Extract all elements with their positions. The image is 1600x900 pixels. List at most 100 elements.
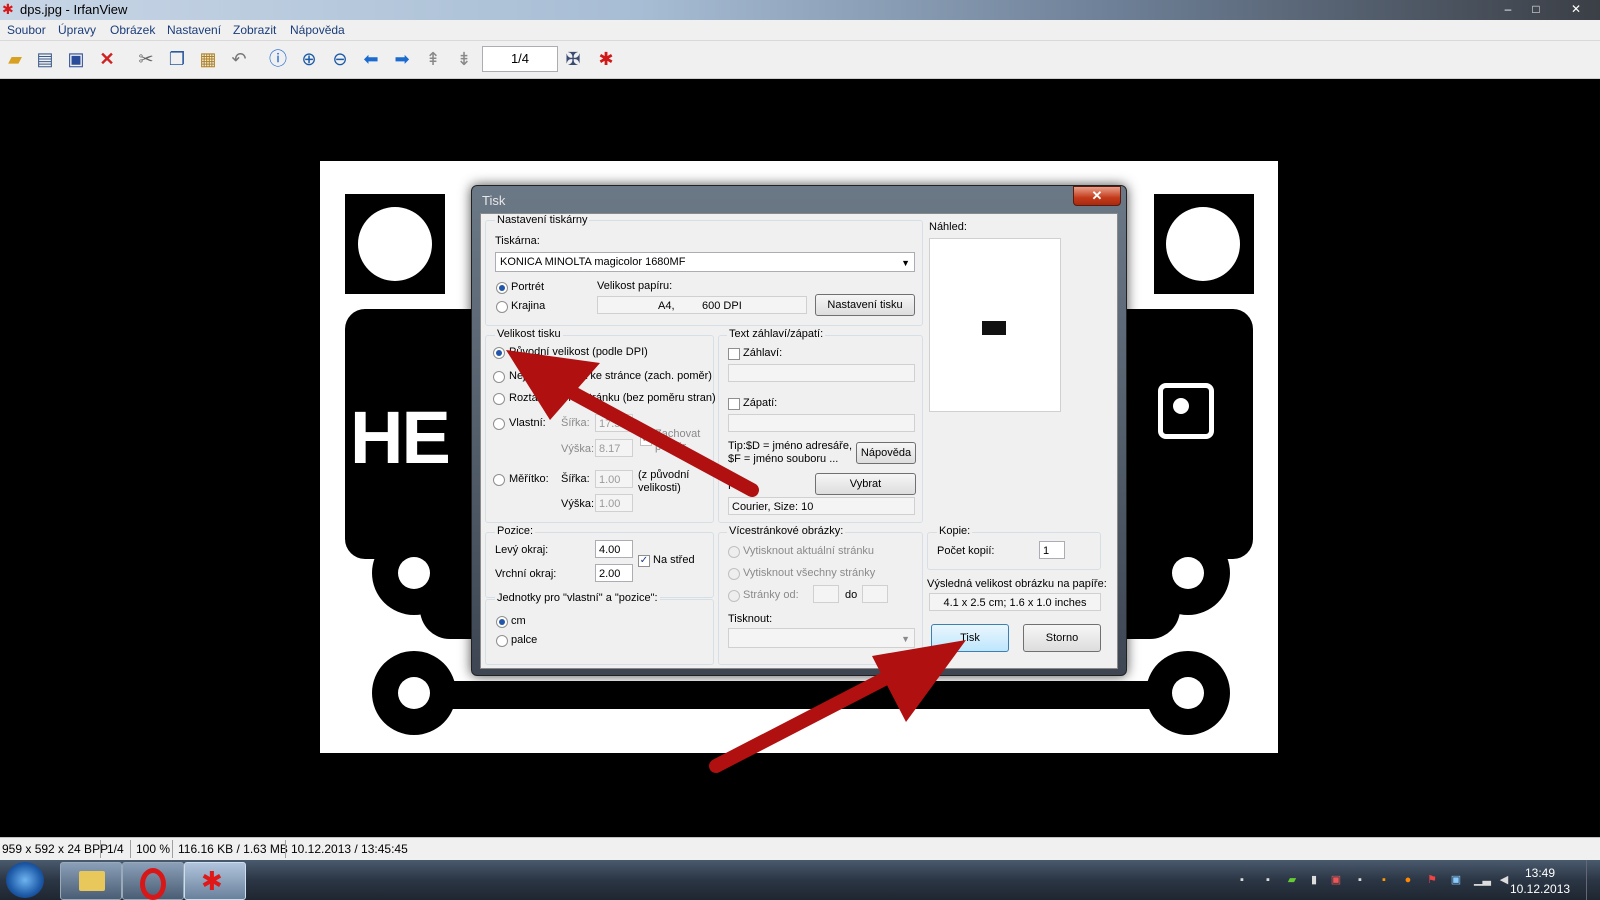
menu-napoveda[interactable]: Nápověda (290, 23, 345, 37)
custom-width-input[interactable]: 17.55 (595, 414, 633, 432)
left-margin-input[interactable]: 4.00 (595, 540, 633, 558)
action-center-icon[interactable]: ⚑ (1426, 874, 1438, 886)
custom-height-input[interactable]: 8.17 (595, 439, 633, 457)
choose-font-button[interactable]: Vybrat (815, 473, 916, 495)
tray-icon[interactable]: ▣ (1330, 874, 1342, 886)
footer-input[interactable] (728, 414, 915, 432)
copies-input[interactable]: 1 (1039, 541, 1065, 559)
size-stretch-label: Roztáhnout na stránku (bez poměru stran) (509, 392, 716, 404)
taskbar-opera[interactable] (122, 862, 184, 900)
window-title: dps.jpg - IrfanView (20, 2, 128, 17)
header-checkbox[interactable] (728, 348, 740, 360)
first-page-icon[interactable]: ⇞ (420, 46, 446, 72)
pcb-hole-bottom-left (398, 677, 430, 709)
taskbar-explorer[interactable] (60, 862, 122, 900)
menu-soubor[interactable]: Soubor (7, 23, 46, 37)
save-icon[interactable]: ▣ (63, 46, 89, 72)
tray-icon[interactable]: ● (1402, 874, 1414, 886)
pcb-hole-top-left (358, 207, 432, 281)
pcb-text: HE (350, 396, 451, 479)
size-custom-radio[interactable] (493, 418, 505, 430)
print-what-select[interactable]: ▼ (728, 628, 915, 648)
mp-to-input[interactable] (862, 585, 888, 603)
copy-icon[interactable]: ❐ (164, 46, 190, 72)
multipage-group-label: Vícestránkové obrázky: (727, 525, 846, 537)
keep-ratio-checkbox[interactable]: ✓ (640, 434, 652, 446)
slideshow-icon[interactable]: ▤ (32, 46, 58, 72)
zoom-in-icon[interactable]: ⊕ (296, 46, 322, 72)
chevron-down-icon: ▼ (901, 258, 910, 268)
unit-cm-radio[interactable] (496, 616, 508, 628)
cancel-button[interactable]: Storno (1023, 624, 1101, 652)
print-button[interactable]: Tisk (931, 624, 1009, 652)
size-original-radio[interactable] (493, 347, 505, 359)
settings-tools-icon[interactable]: ✠ (560, 46, 586, 72)
irfanview-icon: ✱ (2, 1, 14, 17)
menu-zobrazit[interactable]: Zobrazit (233, 23, 276, 37)
unit-inch-radio[interactable] (496, 635, 508, 647)
printer-select[interactable]: KONICA MINOLTA magicolor 1680MF ▼ (495, 252, 915, 272)
battery-tray-icon[interactable]: ▮ (1308, 874, 1320, 886)
undo-icon[interactable]: ↶ (226, 46, 252, 72)
top-margin-input[interactable]: 2.00 (595, 564, 633, 582)
last-page-icon[interactable]: ⇟ (451, 46, 477, 72)
status-dimensions: 959 x 592 x 24 BPP (2, 842, 109, 856)
center-checkbox[interactable]: ✓ (638, 555, 650, 567)
menu-nastaveni[interactable]: Nastavení (167, 23, 221, 37)
tray-icon[interactable]: ▪ (1354, 874, 1366, 886)
status-filesize: 116.16 KB / 1.63 MB (178, 842, 288, 856)
units-group (485, 599, 714, 665)
tray-icon[interactable]: ▪ (1236, 874, 1248, 886)
cut-icon[interactable]: ✂ (133, 46, 159, 72)
close-window-button[interactable]: ✕ (1558, 0, 1594, 18)
mp-to-label: do (845, 589, 858, 601)
print-setup-button[interactable]: Nastavení tisku (815, 294, 915, 316)
previous-icon[interactable]: ⬅ (358, 46, 384, 72)
mp-from-input[interactable] (813, 585, 839, 603)
mp-current-label: Vytisknout aktuální stránku (743, 545, 875, 557)
landscape-radio[interactable] (496, 301, 508, 313)
taskbar-irfanview[interactable]: ✱ (184, 862, 246, 900)
irfan-logo-icon[interactable]: ✱ (593, 46, 619, 72)
left-margin-label: Levý okraj: (495, 544, 549, 556)
maximize-button[interactable]: □ (1522, 0, 1550, 18)
portrait-radio[interactable] (496, 282, 508, 294)
start-button[interactable] (6, 862, 44, 898)
network-tray-icon[interactable]: ▁▃ (1474, 874, 1491, 886)
size-fit-radio[interactable] (493, 371, 505, 383)
volume-tray-icon[interactable]: ◀ (1498, 874, 1510, 886)
open-folder-icon[interactable]: ▰ (2, 46, 28, 72)
dialog-body: Nastavení tiskárny Tiskárna: KONICA MINO… (480, 213, 1118, 669)
next-icon[interactable]: ➡ (389, 46, 415, 72)
mp-all-radio[interactable] (728, 568, 740, 580)
zoom-out-icon[interactable]: ⊖ (327, 46, 353, 72)
scale-width-input[interactable]: 1.00 (595, 470, 633, 488)
minimize-button[interactable]: – (1494, 0, 1522, 18)
dialog-close-button[interactable]: ✕ (1073, 186, 1121, 206)
delete-icon[interactable]: ✕ (94, 46, 120, 72)
footer-checkbox[interactable] (728, 398, 740, 410)
menu-obrazek[interactable]: Obrázek (110, 23, 155, 37)
clock-time[interactable]: 13:49 (1510, 866, 1570, 880)
clock-date[interactable]: 10.12.2013 (1510, 882, 1570, 896)
size-scale-radio[interactable] (493, 474, 505, 486)
header-input[interactable] (728, 364, 915, 382)
paste-icon[interactable]: ▦ (195, 46, 221, 72)
mp-range-radio[interactable] (728, 590, 740, 602)
nvidia-tray-icon[interactable]: ▰ (1286, 874, 1298, 886)
show-desktop-button[interactable] (1586, 860, 1600, 900)
menu-upravy[interactable]: Úpravy (58, 23, 96, 37)
tray-icon[interactable]: ▣ (1450, 874, 1462, 886)
mp-current-radio[interactable] (728, 546, 740, 558)
print-what-label: Tisknout: (728, 613, 773, 625)
header-tip: Tip:$D = jméno adresáře, $F = jméno soub… (728, 440, 853, 465)
tray-icon[interactable]: ▪ (1262, 874, 1274, 886)
pcb-hole-bottom-right (1172, 677, 1204, 709)
tray-icon[interactable]: ▪ (1378, 874, 1390, 886)
info-icon[interactable]: ⓘ (265, 46, 291, 72)
portrait-label: Portrét (511, 281, 545, 293)
scale-height-input[interactable]: 1.00 (595, 494, 633, 512)
printer-value: KONICA MINOLTA magicolor 1680MF (500, 256, 686, 268)
size-stretch-radio[interactable] (493, 393, 505, 405)
help-button[interactable]: Nápověda (856, 442, 916, 464)
